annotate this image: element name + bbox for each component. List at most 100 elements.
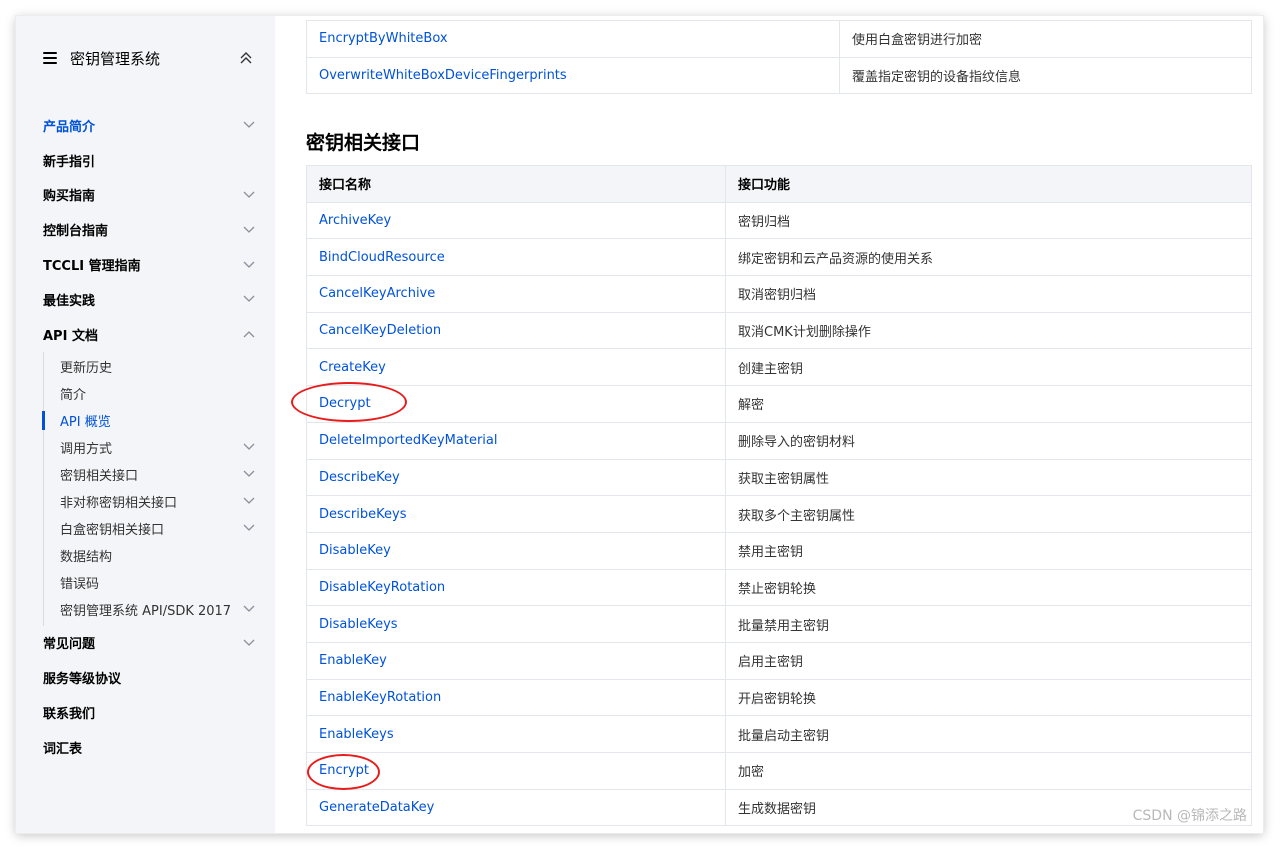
api-docs-submenu: 更新历史简介 API 概览调用方式密钥相关接口非对称密钥相关接口 白盒密钥相关接口数… — [42, 351, 275, 626]
api-name-cell: Decrypt — [306, 385, 726, 423]
sidebar-item-7[interactable]: 常见问题 — [16, 626, 275, 661]
table-row: BindCloudResource 绑定密钥和云产品资源的使用关系 — [306, 238, 1252, 277]
api-link-deleteimportedkeymaterial[interactable]: DeleteImportedKeyMaterial — [319, 433, 498, 448]
sidebar-item-10[interactable]: 词汇表 — [16, 730, 275, 765]
column-header-name: 接口名称 — [306, 165, 726, 203]
sidebar-item-0[interactable]: 产品简介 — [16, 108, 275, 143]
api-link-archivekey[interactable]: ArchiveKey — [319, 213, 391, 228]
table-row: DisableKeys 批量禁用主密钥 — [306, 605, 1252, 643]
table-header-row: 接口名称 接口功能 — [306, 165, 1252, 203]
api-link-cancelkeydeletion[interactable]: CancelKeyDeletion — [319, 323, 441, 338]
sidebar-item-9[interactable]: 联系我们 — [16, 695, 275, 730]
submenu-item-9[interactable]: 密钥管理系统 API/SDK 2017 — [44, 596, 275, 623]
table-row: DisableKeyRotation 禁止密钥轮换 — [306, 568, 1252, 607]
chevron-down-icon[interactable] — [243, 443, 255, 451]
submenu-item-0[interactable]: 更新历史 — [44, 353, 275, 380]
submenu-item-label: 调用方式 — [60, 441, 113, 457]
api-link-overwritewhiteboxdevicefingerprints[interactable]: OverwriteWhiteBoxDeviceFingerprints — [319, 68, 567, 83]
table-row: EncryptByWhiteBox 使用白盒密钥进行加密 — [306, 20, 1252, 58]
sidebar-item-label: TCCLI 管理指南 — [43, 259, 141, 275]
api-name-cell: GenerateDataKey — [306, 788, 726, 827]
sidebar-item-label: 服务等级协议 — [43, 672, 122, 688]
submenu-item-label: 数据结构 — [60, 549, 113, 565]
table-row: DisableKey 禁用主密钥 — [306, 531, 1252, 570]
table-row: GenerateDataKey 生成数据密钥 — [306, 788, 1252, 827]
api-name-cell: CancelKeyArchive — [306, 275, 726, 313]
api-name-cell: DescribeKeys — [306, 495, 726, 533]
api-link-bindcloudresource[interactable]: BindCloudResource — [319, 250, 445, 265]
api-description: 绑定密钥和云产品资源的使用关系 — [725, 238, 1252, 277]
api-link-enablekey[interactable]: EnableKey — [319, 653, 387, 668]
submenu-item-1[interactable]: 简介 — [44, 380, 275, 407]
api-description: 取消密钥归档 — [725, 275, 1252, 313]
api-link-disablekeys[interactable]: DisableKeys — [319, 617, 398, 632]
table-row: EnableKeys 批量启动主密钥 — [306, 715, 1252, 753]
api-link-cancelkeyarchive[interactable]: CancelKeyArchive — [319, 286, 435, 301]
chevron-down-icon[interactable] — [243, 470, 255, 478]
sidebar-item-4[interactable]: TCCLI 管理指南 — [16, 247, 275, 282]
table-row: DescribeKeys 获取多个主密钥属性 — [306, 495, 1252, 533]
submenu-item-label: 密钥相关接口 — [60, 468, 139, 484]
sidebar-item-label: API 文档 — [43, 328, 98, 344]
api-link-createkey[interactable]: CreateKey — [319, 360, 386, 375]
sidebar-item-label: 词汇表 — [43, 741, 83, 757]
main-content: EncryptByWhiteBox 使用白盒密钥进行加密 OverwriteWhit… — [275, 16, 1263, 833]
submenu-item-2[interactable]: API 概览 — [42, 407, 275, 434]
key-api-table: 接口名称 接口功能 ArchiveKey 密钥归档 BindCloudResourc… — [306, 165, 1252, 827]
sidebar-item-1[interactable]: 新手指引 — [16, 143, 275, 178]
sidebar-item-6[interactable]: API 文档 — [16, 317, 275, 352]
api-name-cell: ArchiveKey — [306, 201, 726, 240]
api-link-disablekey[interactable]: DisableKey — [319, 543, 391, 558]
chevron-down-icon[interactable] — [243, 524, 255, 532]
browser-frame: 密钥管理系统 产品简介新手指引 购买指南 控制台指南 TCCLI 管理指南 最佳实践 AP… — [16, 16, 1263, 833]
sidebar-item-2[interactable]: 购买指南 — [16, 178, 275, 213]
api-description: 删除导入的密钥材料 — [725, 421, 1252, 460]
chevron-down-icon[interactable] — [243, 295, 255, 303]
api-name-cell: DisableKeyRotation — [306, 568, 726, 607]
table-row: CancelKeyDeletion 取消CMK计划删除操作 — [306, 311, 1252, 350]
double-chevron-up-icon[interactable] — [239, 50, 253, 66]
submenu-item-8[interactable]: 错误码 — [44, 569, 275, 596]
chevron-down-icon[interactable] — [243, 605, 255, 613]
sidebar-item-8[interactable]: 服务等级协议 — [16, 660, 275, 695]
chevron-up-icon[interactable] — [243, 330, 255, 338]
api-description: 密钥归档 — [725, 201, 1252, 240]
sidebar-item-5[interactable]: 最佳实践 — [16, 282, 275, 317]
chevron-down-icon[interactable] — [243, 191, 255, 199]
api-link-encryptbywhitebox[interactable]: EncryptByWhiteBox — [319, 31, 448, 46]
api-link-encrypt[interactable]: Encrypt — [319, 763, 369, 778]
submenu-item-5[interactable]: 非对称密钥相关接口 — [44, 488, 275, 515]
whitebox-api-table: EncryptByWhiteBox 使用白盒密钥进行加密 OverwriteWhit… — [306, 20, 1252, 94]
table-row: CreateKey 创建主密钥 — [306, 348, 1252, 387]
api-name-cell: EnableKeyRotation — [306, 678, 726, 717]
api-description: 加密 — [725, 752, 1252, 790]
chevron-down-icon[interactable] — [243, 497, 255, 505]
chevron-down-icon[interactable] — [243, 121, 255, 129]
watermark: CSDN @锦添之路 — [1132, 808, 1247, 824]
chevron-down-icon[interactable] — [243, 639, 255, 647]
table-row: CancelKeyArchive 取消密钥归档 — [306, 275, 1252, 313]
api-link-enablekeys[interactable]: EnableKeys — [319, 727, 394, 742]
submenu-item-6[interactable]: 白盒密钥相关接口 — [44, 515, 275, 542]
chevron-down-icon[interactable] — [243, 226, 255, 234]
api-link-generatedatakey[interactable]: GenerateDataKey — [319, 800, 434, 815]
api-link-describekey[interactable]: DescribeKey — [319, 470, 400, 485]
sidebar-item-label: 产品简介 — [43, 119, 96, 135]
submenu-item-3[interactable]: 调用方式 — [44, 434, 275, 461]
api-description: 解密 — [725, 385, 1252, 423]
api-name-cell: Encrypt — [306, 752, 726, 790]
api-description: 禁止密钥轮换 — [725, 568, 1252, 607]
sidebar-item-label: 最佳实践 — [43, 293, 96, 309]
submenu-item-7[interactable]: 数据结构 — [44, 542, 275, 569]
sidebar-item-3[interactable]: 控制台指南 — [16, 212, 275, 247]
api-link-describekeys[interactable]: DescribeKeys — [319, 507, 406, 522]
menu-icon[interactable] — [43, 52, 57, 64]
sidebar-header: 密钥管理系统 — [43, 48, 253, 68]
api-link-enablekeyrotation[interactable]: EnableKeyRotation — [319, 690, 441, 705]
api-link-disablekeyrotation[interactable]: DisableKeyRotation — [319, 580, 445, 595]
api-link-decrypt[interactable]: Decrypt — [319, 396, 371, 411]
submenu-item-4[interactable]: 密钥相关接口 — [44, 461, 275, 488]
chevron-down-icon[interactable] — [243, 261, 255, 269]
submenu-item-label: 简介 — [60, 387, 87, 403]
api-name-cell: OverwriteWhiteBoxDeviceFingerprints — [306, 56, 840, 94]
